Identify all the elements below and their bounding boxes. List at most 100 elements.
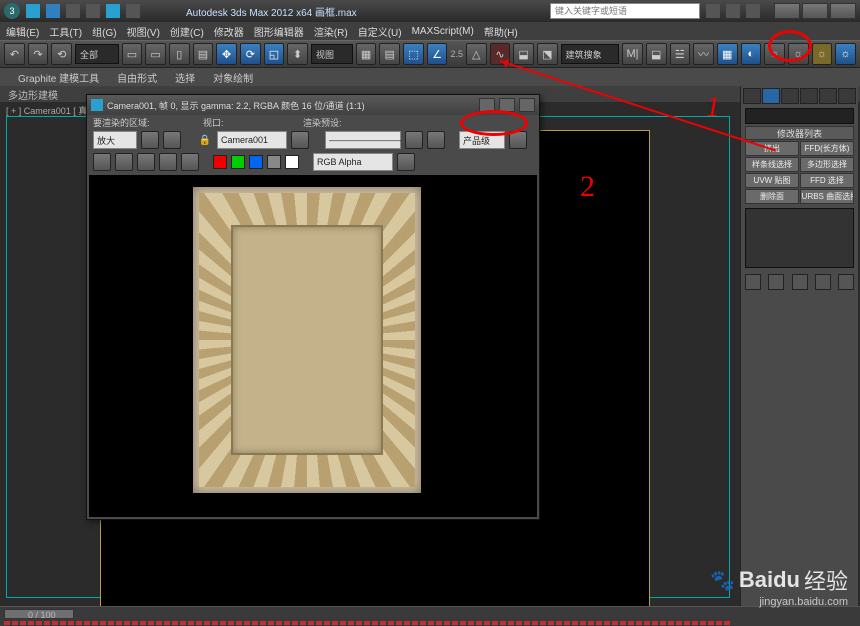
preset-dropdown[interactable]: ———————— [325, 131, 401, 149]
configure-sets-button[interactable] [838, 274, 854, 290]
link-button[interactable]: ⟲ [51, 43, 72, 65]
menu-item[interactable]: 自定义(U) [358, 24, 402, 39]
maximize-button[interactable] [802, 3, 828, 19]
display-tab[interactable] [819, 88, 837, 104]
preset-open-button[interactable] [405, 131, 423, 149]
pin-stack-button[interactable] [745, 274, 761, 290]
close-button[interactable] [830, 3, 856, 19]
region-button[interactable] [163, 131, 181, 149]
modifier-button[interactable]: NURBS 曲面选择 [800, 189, 854, 204]
menu-item[interactable]: 修改器 [214, 24, 244, 39]
close-button[interactable] [519, 98, 535, 112]
mirror-button[interactable]: M| [622, 43, 643, 65]
refsys-button[interactable]: ⬍ [287, 43, 308, 65]
object-name-field[interactable] [745, 108, 854, 124]
tool-button[interactable]: ▭ [145, 43, 166, 65]
qat-icon[interactable] [126, 4, 140, 18]
tool-button[interactable]: ▭ [122, 43, 143, 65]
tool-button[interactable]: ∿ [490, 43, 511, 65]
alpha-channel-toggle[interactable] [267, 155, 281, 169]
modify-tab[interactable] [762, 88, 780, 104]
modifier-button[interactable]: UVW 贴图 [745, 173, 799, 188]
ribbon-tab[interactable]: Graphite 建模工具 [18, 70, 99, 85]
menu-item[interactable]: 创建(C) [170, 24, 204, 39]
tool-button[interactable]: ⬔ [537, 43, 558, 65]
preset-save-button[interactable] [427, 131, 445, 149]
viewport-dropdown[interactable]: Camera001 [217, 131, 287, 149]
menu-item[interactable]: 组(G) [92, 24, 116, 39]
undo-button[interactable]: ↶ [4, 43, 25, 65]
ribbon-tab[interactable]: 自由形式 [117, 70, 157, 85]
tool-button[interactable]: △ [466, 43, 487, 65]
menu-item[interactable]: MAXScript(M) [412, 26, 474, 37]
tool-button[interactable]: ▤ [379, 43, 400, 65]
render-setup-button[interactable]: ☼ [764, 43, 785, 65]
clear-button[interactable] [181, 153, 199, 171]
redo-button[interactable]: ↷ [28, 43, 49, 65]
curve-editor-button[interactable]: 〰 [693, 43, 714, 65]
channel-dropdown[interactable]: RGB Alpha [313, 153, 393, 171]
qat-icon[interactable] [106, 4, 120, 18]
minimize-button[interactable] [479, 98, 495, 112]
render-button[interactable] [509, 131, 527, 149]
menu-item[interactable]: 编辑(E) [6, 24, 39, 39]
render-button[interactable]: ☼ [812, 43, 833, 65]
save-image-button[interactable] [93, 153, 111, 171]
help-icon[interactable] [706, 4, 720, 18]
copy-image-button[interactable] [115, 153, 133, 171]
blue-channel-toggle[interactable] [249, 155, 263, 169]
clone-button[interactable] [137, 153, 155, 171]
modifier-list-header[interactable]: 修改器列表 [745, 126, 854, 140]
show-end-result-button[interactable] [768, 274, 784, 290]
menu-item[interactable]: 帮助(H) [484, 24, 518, 39]
qat-icon[interactable] [86, 4, 100, 18]
select-name-button[interactable]: ▤ [193, 43, 214, 65]
layers-button[interactable]: ☱ [670, 43, 691, 65]
production-dropdown[interactable]: 产品级 [459, 131, 505, 149]
lock-viewport-button[interactable] [291, 131, 309, 149]
qat-icon[interactable] [66, 4, 80, 18]
region-button[interactable] [141, 131, 159, 149]
ribbon-tab[interactable]: 对象绘制 [213, 70, 253, 85]
mono-channel-toggle[interactable] [285, 155, 299, 169]
modifier-button[interactable]: 删除面 [745, 189, 799, 204]
align-button[interactable]: ⬓ [646, 43, 667, 65]
named-selection-dropdown[interactable]: 建筑搜象 [561, 44, 620, 64]
render-production-button[interactable]: ☼ [835, 43, 856, 65]
menu-item[interactable]: 渲染(R) [314, 24, 348, 39]
angle-snap-button[interactable]: ∠ [427, 43, 448, 65]
tool-button[interactable]: ⬓ [513, 43, 534, 65]
hierarchy-tab[interactable] [781, 88, 799, 104]
time-slider[interactable]: 0 / 100 [0, 606, 860, 626]
star-icon[interactable] [726, 4, 740, 18]
select-button[interactable]: ▯ [169, 43, 190, 65]
render-frame-button[interactable]: ☼ [788, 43, 809, 65]
utilities-tab[interactable] [838, 88, 856, 104]
material-editor-button[interactable]: ◐ [741, 43, 762, 65]
view-dropdown[interactable]: 视图 [311, 44, 353, 64]
modifier-button[interactable]: 样条线选择 [745, 157, 799, 172]
red-channel-toggle[interactable] [213, 155, 227, 169]
info-icon[interactable] [746, 4, 760, 18]
snap-button[interactable]: ⬚ [403, 43, 424, 65]
menu-item[interactable]: 图形编辑器 [254, 24, 304, 39]
rotate-button[interactable]: ⟳ [240, 43, 261, 65]
move-button[interactable]: ✥ [216, 43, 237, 65]
ribbon-tab[interactable]: 选择 [175, 70, 195, 85]
green-channel-toggle[interactable] [231, 155, 245, 169]
toggle-overlay-button[interactable] [397, 153, 415, 171]
qat-icon[interactable] [46, 4, 60, 18]
render-window-titlebar[interactable]: Camera001, 帧 0, 显示 gamma: 2.2, RGBA 颜色 1… [87, 95, 539, 115]
area-dropdown[interactable]: 放大 [93, 131, 137, 149]
print-button[interactable] [159, 153, 177, 171]
lock-icon[interactable]: 🔒 [197, 132, 213, 148]
scale-button[interactable]: ◱ [264, 43, 285, 65]
modifier-button[interactable]: 多边形选择 [800, 157, 854, 172]
menu-item[interactable]: 视图(V) [127, 24, 160, 39]
maximize-button[interactable] [499, 98, 515, 112]
remove-modifier-button[interactable] [815, 274, 831, 290]
modifier-button[interactable]: FFD 选择 [800, 173, 854, 188]
modifier-stack[interactable] [745, 208, 854, 268]
minimize-button[interactable] [774, 3, 800, 19]
render-output[interactable] [89, 175, 537, 517]
